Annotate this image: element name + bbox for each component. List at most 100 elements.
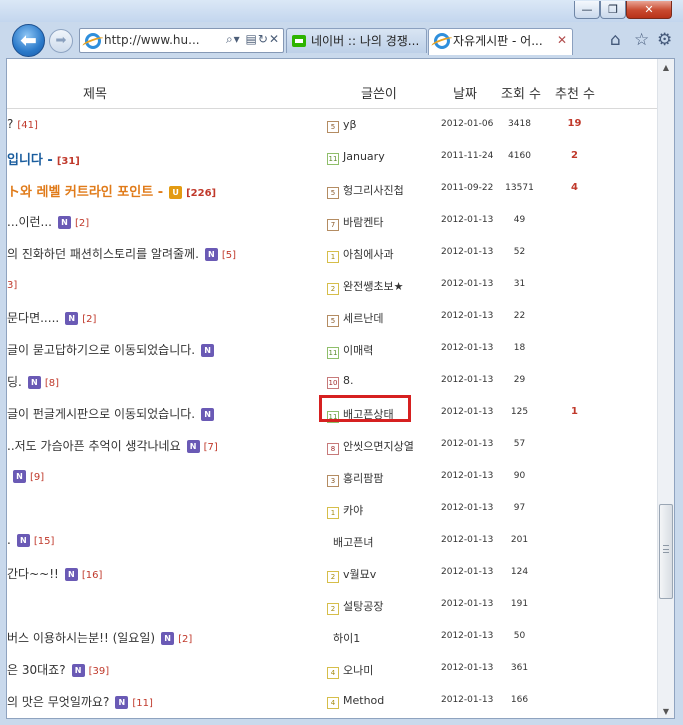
author-name: Method <box>343 694 385 707</box>
author-name: 안씻으면지상열 <box>343 440 414 453</box>
post-author[interactable]: 8 안씻으면지상열 <box>327 438 414 455</box>
comment-count: [15] <box>33 536 55 547</box>
post-title-link[interactable]: ..저도 가슴아픈 추억이 생각나네요 N [7] <box>7 437 218 454</box>
post-date: 2012-01-13 <box>441 407 494 417</box>
post-date: 2012-01-13 <box>441 663 494 673</box>
post-title-link[interactable]: ト와 레벨 커트라인 포인트 - U [226] <box>7 181 216 200</box>
close-tab-icon[interactable]: ✕ <box>557 29 567 52</box>
back-button[interactable]: ⬅ <box>12 24 45 57</box>
vertical-scrollbar[interactable]: ▲ ▼ <box>657 59 674 718</box>
new-badge: N <box>64 568 78 581</box>
post-title-link[interactable]: N [9] <box>7 469 44 483</box>
post-title-link[interactable]: 의 맛은 무엇일까요? N [11] <box>7 693 153 710</box>
scroll-up-icon[interactable]: ▲ <box>658 59 674 76</box>
post-author[interactable]: 배고픈녀 <box>333 534 373 550</box>
post-title-link[interactable]: 글이 묻고답하기으로 이동되었습니다. N <box>7 341 215 358</box>
view-count: 166 <box>510 695 529 705</box>
chevron-down-icon[interactable]: ▾ <box>234 32 241 46</box>
table-row: N [9] 3 홍리팜팜 2012-01-13 90 <box>7 461 658 493</box>
post-author[interactable]: 2 설탕공장 <box>327 598 383 615</box>
post-author[interactable]: 5 헝그리사진첩 <box>327 182 404 199</box>
header-recs[interactable]: 추천 수 <box>555 83 595 102</box>
post-author[interactable]: 1 아침에사과 <box>327 246 394 263</box>
header-title[interactable]: 제목 <box>83 83 107 102</box>
post-author[interactable]: 4 오나미 <box>327 662 373 679</box>
post-date: 2012-01-13 <box>441 343 494 353</box>
post-author[interactable]: 7 바람켄타 <box>327 214 383 231</box>
post-date: 2011-09-22 <box>441 183 494 193</box>
post-author[interactable]: 4 Method <box>327 694 384 709</box>
tab-label: 자유게시판 - 어... <box>453 34 543 48</box>
post-author[interactable]: 3 홍리팜팜 <box>327 470 383 487</box>
ie-page-icon <box>434 33 450 49</box>
view-count: 97 <box>513 503 526 513</box>
header-date[interactable]: 날짜 <box>453 83 477 102</box>
address-text: http://www.hu... <box>104 33 200 47</box>
tab-free-board[interactable]: 자유게시판 - 어... ✕ <box>428 28 573 55</box>
post-title-link[interactable]: . N [15] <box>7 533 54 547</box>
comment-count: [2] <box>178 634 193 645</box>
post-title-link[interactable]: 의 진화하던 패션히스토리를 알려줄께. N [5] <box>7 245 236 262</box>
comment-count: [41] <box>17 120 38 131</box>
post-author[interactable]: 11 January <box>327 150 385 165</box>
post-title-text: 문다면..... <box>7 311 60 325</box>
recommend-count: 1 <box>571 406 578 417</box>
post-title-link[interactable]: ...이런... N [2] <box>7 213 89 230</box>
author-name: 이매력 <box>343 344 374 357</box>
author-name: 아침에사과 <box>343 248 394 261</box>
scrollbar-thumb[interactable] <box>659 504 673 599</box>
minimize-button[interactable]: — <box>574 1 600 19</box>
post-author[interactable]: 10 8. <box>327 374 354 389</box>
refresh-icon[interactable]: ↻ <box>258 32 269 46</box>
post-date: 2012-01-06 <box>441 119 494 129</box>
new-badge: N <box>186 440 200 453</box>
maximize-button[interactable]: ❐ <box>600 1 626 19</box>
post-date: 2012-01-13 <box>441 471 494 481</box>
table-row: ...이런... N [2] 7 바람켄타 2012-01-13 49 <box>7 205 658 237</box>
browser-viewport: 제목 글쓴이 날짜 조회 수 추천 수 ? [41] 5 yβ 2012-01-06 34… <box>6 58 675 719</box>
post-title-link[interactable]: 문다면..... N [2] <box>7 309 96 326</box>
tab-naver[interactable]: 네이버 :: 나의 경쟁... <box>286 28 427 53</box>
view-count: 49 <box>513 215 526 225</box>
post-title-link[interactable]: 버스 이용하시는분!! (일요일) N [2] <box>7 629 192 646</box>
post-author[interactable]: 2 v월묘v <box>327 566 376 583</box>
post-title-text: ...이런... <box>7 215 52 229</box>
header-views[interactable]: 조회 수 <box>501 83 541 102</box>
compat-view-icon[interactable]: ▤ <box>246 32 258 46</box>
stop-icon[interactable]: ✕ <box>269 32 280 46</box>
favorites-star-icon[interactable]: ☆ <box>634 31 649 49</box>
gear-icon[interactable]: ⚙ <box>657 31 672 49</box>
post-author[interactable]: 11 이매력 <box>327 342 373 359</box>
post-author[interactable]: 5 yβ <box>327 118 357 133</box>
author-name: yβ <box>343 118 357 131</box>
home-icon[interactable]: ⌂ <box>610 31 621 49</box>
navigation-bar: ⬅ ➡ http://www.hu... ⌕▾ ▤↻✕ 네이버 :: 나의 경쟁… <box>0 22 683 58</box>
post-date: 2012-01-13 <box>441 215 494 225</box>
post-title-link[interactable]: 입니다 - [31] <box>7 149 80 168</box>
author-name: 바람켄타 <box>343 216 384 229</box>
close-window-button[interactable]: ✕ <box>626 1 672 19</box>
post-title-link[interactable]: 간다~~!! N [16] <box>7 565 102 582</box>
address-bar[interactable]: http://www.hu... ⌕▾ ▤↻✕ <box>79 28 284 53</box>
post-author[interactable]: 1 카야 <box>327 502 363 519</box>
table-row: ..저도 가슴아픈 추억이 생각나네요 N [7] 8 안씻으면지상열 2012-01-1… <box>7 429 658 461</box>
level-icon: 4 <box>327 667 339 679</box>
post-author[interactable]: 2 완전쌩초보★ <box>327 278 403 295</box>
scroll-down-icon[interactable]: ▼ <box>658 703 674 718</box>
post-title-text: 딩. <box>7 375 22 389</box>
forward-button[interactable]: ➡ <box>49 29 73 53</box>
post-title-text: 은 30대죠? <box>7 663 66 677</box>
view-count: 18 <box>513 343 526 353</box>
search-icon[interactable]: ⌕ <box>226 32 234 46</box>
post-title-link[interactable]: 글이 펀글게시판으로 이동되었습니다. N <box>7 405 215 422</box>
post-author[interactable]: 5 세르난데 <box>327 310 383 327</box>
new-badge: N <box>57 216 71 229</box>
post-author[interactable]: 하이1 <box>333 630 360 646</box>
window-titlebar: — ❐ ✕ <box>0 0 683 22</box>
author-name: 카야 <box>343 504 364 517</box>
post-title-link[interactable]: ? [41] <box>7 117 38 131</box>
tab-label: 네이버 :: 나의 경쟁... <box>311 34 420 48</box>
post-title-link[interactable]: 3] <box>7 277 17 291</box>
post-title-link[interactable]: 딩. N [8] <box>7 373 59 390</box>
post-title-link[interactable]: 은 30대죠? N [39] <box>7 661 109 678</box>
